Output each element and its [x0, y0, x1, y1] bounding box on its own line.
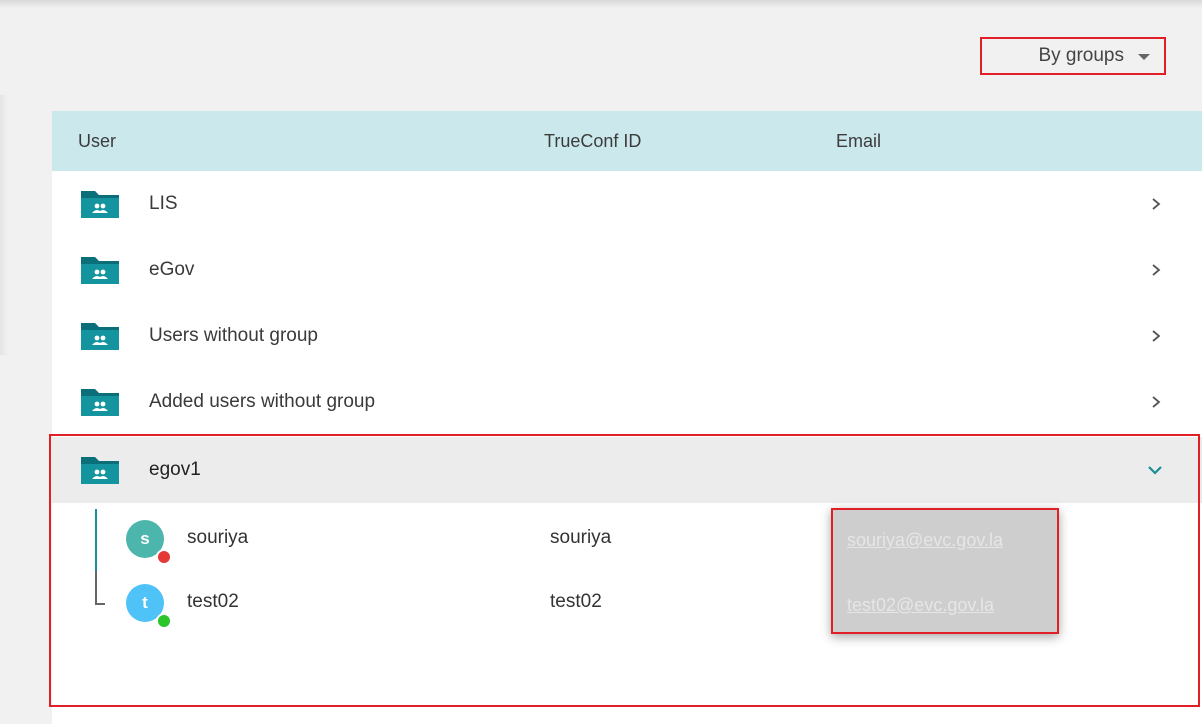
caret-down-icon [1138, 54, 1150, 60]
status-online-icon [156, 613, 172, 629]
left-panel-edge [0, 95, 8, 355]
group-row-added-users-without-group[interactable]: Added users without group [52, 369, 1202, 435]
column-header-email[interactable]: Email [836, 131, 881, 152]
status-offline-icon [156, 549, 172, 565]
email-highlight-box: souriya@evc.gov.la test02@evc.gov.la [831, 508, 1059, 634]
chevron-right-icon[interactable] [1150, 264, 1162, 276]
group-row-egov1[interactable]: egov1 [52, 437, 1202, 503]
group-name: egov1 [149, 459, 201, 480]
group-row-egov[interactable]: eGov [52, 237, 1202, 303]
group-name: eGov [149, 259, 195, 280]
column-header-user[interactable]: User [78, 131, 116, 152]
chevron-right-icon[interactable] [1150, 198, 1162, 210]
group-name: Added users without group [149, 391, 376, 412]
chevron-right-icon[interactable] [1150, 396, 1162, 408]
group-row-users-without-group[interactable]: Users without group [52, 303, 1202, 369]
top-shadow [0, 0, 1202, 8]
user-name: souriya [187, 527, 249, 548]
group-view-label: By groups [1038, 45, 1124, 66]
group-folder-icon [81, 257, 119, 284]
chevron-down-icon[interactable] [1148, 464, 1162, 476]
group-folder-icon [81, 389, 119, 416]
group-name: LIS [149, 193, 178, 214]
group-folder-icon [81, 323, 119, 350]
user-email-link[interactable]: test02@evc.gov.la [847, 595, 994, 616]
group-folder-icon [81, 191, 119, 218]
column-header-trueconf-id[interactable]: TrueConf ID [544, 131, 641, 152]
group-view-select[interactable]: By groups [980, 37, 1166, 75]
chevron-right-icon[interactable] [1150, 330, 1162, 342]
group-name: Users without group [149, 325, 318, 346]
user-trueconf-id: souriya [550, 527, 612, 548]
user-trueconf-id: test02 [550, 591, 602, 612]
group-folder-icon [81, 457, 119, 484]
user-name: test02 [187, 591, 239, 612]
group-row-lis[interactable]: LIS [52, 171, 1202, 237]
user-email-link[interactable]: souriya@evc.gov.la [847, 530, 1003, 551]
table-header: User TrueConf ID Email [52, 111, 1202, 171]
